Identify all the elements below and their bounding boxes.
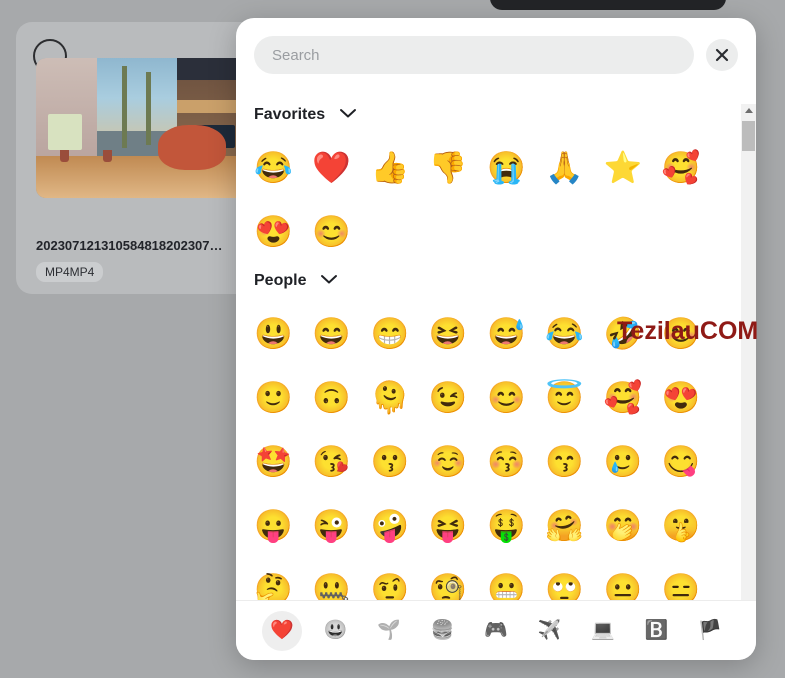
emoji-cell[interactable]: 😙	[545, 434, 603, 488]
emoji-cell[interactable]: 👍	[371, 140, 429, 194]
tab-activity[interactable]: 🎮	[476, 611, 516, 651]
close-button[interactable]	[706, 39, 738, 71]
emoji-cell[interactable]: 😘	[312, 434, 370, 488]
emoji-cell[interactable]: 🙃	[312, 370, 370, 424]
emoji-cell[interactable]: 😑	[662, 562, 720, 601]
emoji-cell[interactable]: 🤑	[487, 498, 545, 552]
file-format-badge: MP4MP4	[36, 262, 104, 282]
emoji-group-title: Favorites	[254, 106, 326, 123]
tab-symbols[interactable]: 🅱️	[637, 611, 677, 651]
emoji-cell[interactable]: 🤨	[371, 562, 429, 601]
emoji-cell[interactable]: 😅	[487, 306, 545, 360]
emoji-group-header-favorites[interactable]: Favorites	[254, 98, 720, 132]
emoji-cell[interactable]: 😭	[487, 140, 545, 194]
emoji-cell[interactable]: 🤐	[312, 562, 370, 601]
emoji-cell[interactable]: 😬	[487, 562, 545, 601]
emoji-cell[interactable]: 🧐	[429, 562, 487, 601]
thumbnail-palm-1	[121, 66, 127, 148]
emoji-cell[interactable]: 😐	[604, 562, 662, 601]
picker-header	[236, 18, 756, 92]
top-dark-toolbar	[490, 0, 726, 10]
emoji-cell[interactable]: 😂	[254, 140, 312, 194]
emoji-scrollbar[interactable]	[741, 104, 756, 616]
tab-favorites[interactable]: ❤️	[262, 610, 302, 651]
thumbnail-palm-2	[146, 72, 152, 145]
emoji-cell[interactable]: 🤭	[604, 498, 662, 552]
emoji-cell[interactable]: 🤣	[604, 306, 662, 360]
emoji-cell[interactable]: 😍	[254, 204, 312, 258]
chevron-down-icon[interactable]	[320, 272, 338, 290]
search-input[interactable]	[254, 36, 694, 74]
emoji-cell[interactable]: 😇	[545, 370, 603, 424]
emoji-category-tabbar: ❤️ 😃 🌱 🍔 🎮 ✈️ 💻 🅱️ 🏴	[236, 600, 756, 660]
chevron-down-icon[interactable]	[339, 106, 357, 124]
scrollbar-thumb[interactable]	[742, 121, 755, 151]
emoji-cell[interactable]: 👎	[429, 140, 487, 194]
tab-nature[interactable]: 🌱	[369, 611, 409, 651]
emoji-cell[interactable]: 🥰	[604, 370, 662, 424]
emoji-picker-panel: Favorites😂❤️👍👎😭🙏⭐🥰😍😊People😃😄😁😆😅😂🤣😊🙂🙃🫠😉😊😇…	[236, 18, 756, 660]
emoji-cell[interactable]: 🤔	[254, 562, 312, 601]
emoji-cell[interactable]: 😁	[371, 306, 429, 360]
emoji-cell[interactable]: 😜	[312, 498, 370, 552]
thumbnail-plant-pot-1	[60, 149, 70, 162]
close-icon	[715, 48, 729, 62]
thumbnail-poster	[48, 114, 82, 151]
emoji-cell[interactable]: 😆	[429, 306, 487, 360]
emoji-cell[interactable]: 🤩	[254, 434, 312, 488]
emoji-cell[interactable]: 😚	[487, 434, 545, 488]
emoji-cell[interactable]: 🥰	[662, 140, 720, 194]
emoji-cell[interactable]: 😝	[429, 498, 487, 552]
thumbnail-beanbag	[158, 125, 226, 170]
emoji-cell[interactable]: 😗	[371, 434, 429, 488]
emoji-cell[interactable]: ⭐	[604, 140, 662, 194]
emoji-cell[interactable]: 😍	[662, 370, 720, 424]
emoji-cell[interactable]: 🙏	[545, 140, 603, 194]
emoji-cell[interactable]: 😊	[662, 306, 720, 360]
emoji-cell[interactable]: 😄	[312, 306, 370, 360]
emoji-cell[interactable]: ☺️	[429, 434, 487, 488]
emoji-grid-people: 😃 😄 😁 😆 😅 😂 🤣 😊 🙂 🙃 🫠 😉 😊 😇 🥰 😍 🤩 😘 😗 ☺️ 😚 😙 🥲 😋 😛 😜 🤪 😝 🤑 🤗 🤭 🤫 🤔 🤐 🤨 🧐 😬 🙄 😐…	[254, 306, 720, 601]
tab-smileys[interactable]: 😃	[316, 611, 356, 651]
emoji-cell[interactable]: 🤫	[662, 498, 720, 552]
tab-food[interactable]: 🍔	[423, 611, 463, 651]
emoji-cell[interactable]: 😊	[487, 370, 545, 424]
tab-travel[interactable]: ✈️	[530, 611, 570, 651]
emoji-cell[interactable]: 😉	[429, 370, 487, 424]
emoji-cell[interactable]: 😃	[254, 306, 312, 360]
emoji-cell[interactable]: 😛	[254, 498, 312, 552]
triangle-up-icon	[744, 108, 753, 113]
emoji-cell[interactable]: 🤗	[545, 498, 603, 552]
emoji-cell[interactable]: ❤️	[312, 140, 370, 194]
emoji-cell[interactable]: 🙂	[254, 370, 312, 424]
tab-flags[interactable]: 🏴	[690, 611, 730, 651]
emoji-cell[interactable]: 😊	[312, 204, 370, 258]
tab-objects[interactable]: 💻	[583, 611, 623, 651]
emoji-cell[interactable]: 🙄	[545, 562, 603, 601]
emoji-cell[interactable]: 🥲	[604, 434, 662, 488]
scroll-up-arrow-icon[interactable]	[741, 104, 756, 117]
emoji-group-title: People	[254, 272, 307, 289]
emoji-grid-favorites: 😂 ❤️ 👍 👎 😭 🙏 ⭐ 🥰 😍 😊	[254, 140, 720, 258]
thumbnail-plant-pot-2	[103, 149, 113, 162]
emoji-cell[interactable]: 😂	[545, 306, 603, 360]
emoji-cell[interactable]: 😋	[662, 434, 720, 488]
emoji-group-header-people[interactable]: People	[254, 264, 720, 298]
emoji-groups-container: Favorites 😂 ❤️ 👍 👎 😭 🙏 ⭐ 🥰 😍 😊 People 😃 😄 😁 😆 😅 😂 🤣 😊 🙂 🙃 🫠 😉 😊 😇…	[236, 92, 738, 600]
emoji-scroll-region[interactable]: Favorites 😂 ❤️ 👍 👎 😭 🙏 ⭐ 🥰 😍 😊 People 😃 😄 😁 😆 😅 😂 🤣 😊 🙂 🙃 🫠 😉 😊 😇…	[236, 92, 756, 600]
emoji-cell[interactable]: 🫠	[371, 370, 429, 424]
emoji-cell[interactable]: 🤪	[371, 498, 429, 552]
